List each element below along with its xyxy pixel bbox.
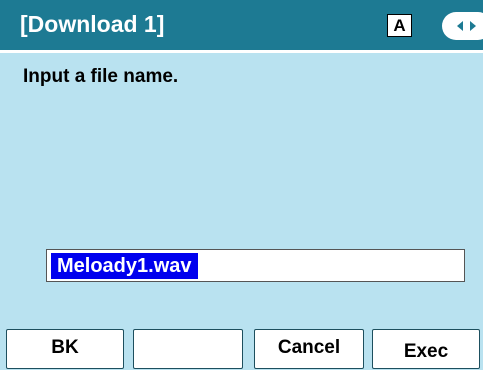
softkey-bk[interactable]: BK	[6, 329, 124, 369]
title-bar: [Download 1] A	[0, 0, 483, 53]
nav-right-icon[interactable]	[470, 21, 476, 31]
nav-left-icon[interactable]	[457, 21, 463, 31]
filename-input[interactable]: Meloady1.wav	[46, 249, 465, 282]
input-mode-badge: A	[387, 14, 412, 37]
softkey-cancel[interactable]: Cancel	[254, 329, 364, 369]
softkey-exec[interactable]: Exec	[372, 329, 480, 369]
cursor-nav-indicator[interactable]	[442, 12, 483, 40]
filename-selected-text[interactable]: Meloady1.wav	[51, 253, 198, 279]
input-prompt: Input a file name.	[23, 66, 179, 87]
screen-title: [Download 1]	[20, 11, 165, 37]
softkey-empty[interactable]	[133, 329, 243, 369]
